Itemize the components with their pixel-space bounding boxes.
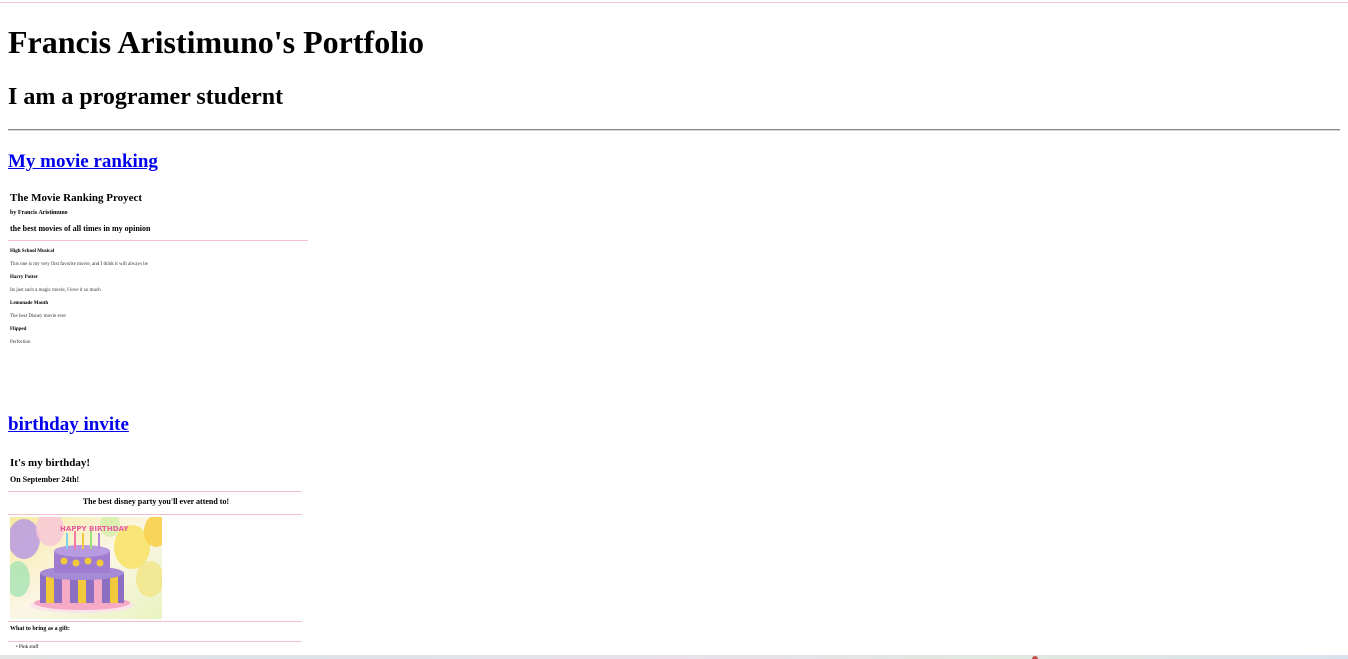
cake-banner-text: HAPPY BIRTHDAY bbox=[60, 525, 129, 533]
birthday-divider bbox=[8, 514, 302, 515]
movie-name: Flipped bbox=[10, 327, 27, 332]
movie-name: High School Musical bbox=[10, 249, 55, 254]
gift-heading: What to bring as a gift: bbox=[10, 626, 70, 632]
top-border-line bbox=[0, 2, 1348, 3]
birthday-cake-image: HAPPY BIRTHDAY bbox=[10, 517, 162, 619]
birthday-date: On September 24th! bbox=[10, 475, 80, 484]
movie-divider bbox=[8, 240, 308, 241]
birthday-divider bbox=[8, 491, 302, 492]
header-divider bbox=[8, 129, 1340, 131]
birthday-divider bbox=[8, 621, 302, 622]
movie-name: Lemonade Mouth bbox=[10, 301, 49, 306]
birthday-invite-link[interactable]: birthday invite bbox=[8, 413, 129, 437]
page-subtitle: I am a programer studernt bbox=[8, 84, 284, 110]
movie-description: Perfection bbox=[10, 340, 31, 345]
page-title: Francis Aristimuno's Portfolio bbox=[8, 24, 424, 60]
movie-name: Harry Potter bbox=[10, 275, 38, 280]
movie-project-title: The Movie Ranking Proyect bbox=[10, 192, 143, 204]
gift-list-item: • Pink stuff bbox=[16, 645, 39, 650]
movie-description: Its just such a magic movie, I love it s… bbox=[10, 288, 101, 293]
birthday-title: It's my birthday! bbox=[10, 457, 91, 469]
bottom-preview-strip bbox=[0, 655, 1348, 659]
birthday-invite-embed[interactable]: It's my birthday! On September 24th! The… bbox=[8, 455, 304, 655]
movie-project-subtitle: the best movies of all times in my opini… bbox=[10, 224, 151, 233]
movie-ranking-embed[interactable]: The Movie Ranking Proyect by Francis Ari… bbox=[8, 188, 310, 358]
birthday-tagline: The best disney party you'll ever attend… bbox=[82, 497, 230, 506]
movie-description: This one is my very first favorite movie… bbox=[10, 262, 148, 267]
movie-project-byline: by Francis Aristimuno bbox=[10, 210, 68, 216]
movie-description: The best Disney movie ever bbox=[10, 314, 67, 319]
movie-ranking-link[interactable]: My movie ranking bbox=[8, 150, 158, 174]
birthday-divider bbox=[8, 641, 302, 642]
